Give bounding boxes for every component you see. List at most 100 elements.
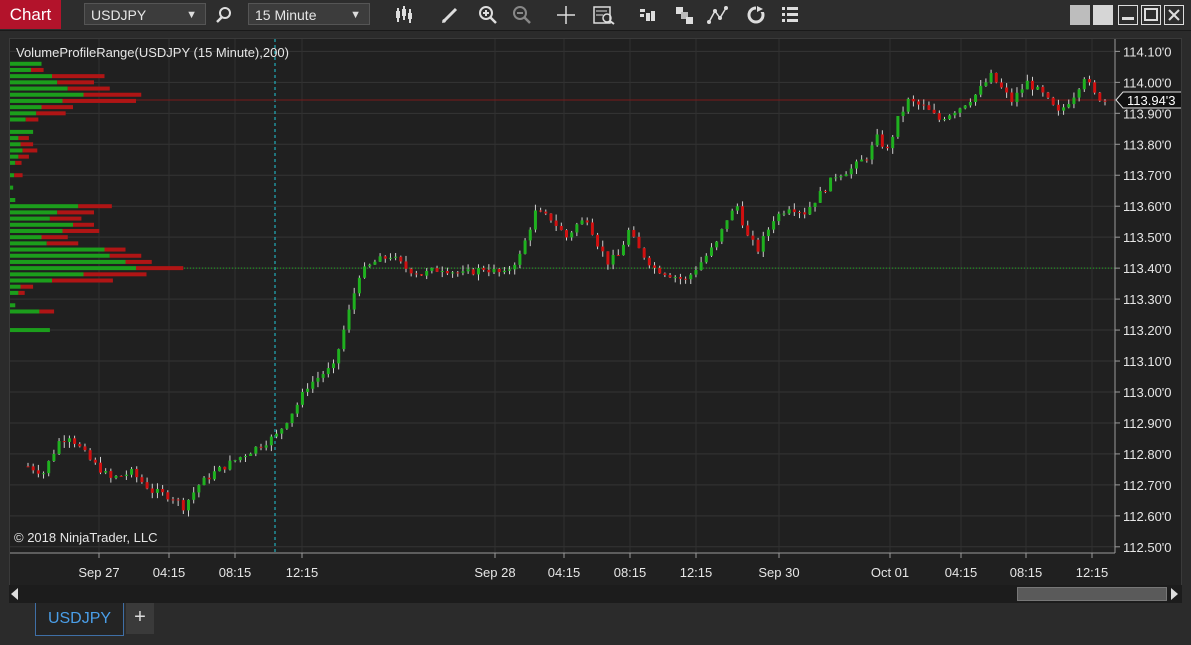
x-tick-label: 08:15 [219, 565, 252, 580]
candle-up [735, 206, 739, 211]
candle-up [777, 213, 781, 222]
candle-up [906, 98, 910, 112]
properties-icon[interactable] [778, 3, 802, 27]
candle-up [280, 428, 284, 434]
candle-down [93, 459, 97, 463]
link-button[interactable] [1070, 5, 1090, 25]
interval-selector[interactable]: 15 Minute ▼ [248, 3, 370, 25]
minimize-button[interactable] [1118, 5, 1138, 25]
volume-profile-up-bar [10, 129, 34, 134]
scroll-thumb[interactable] [1017, 587, 1167, 601]
candle-down [585, 220, 589, 223]
volume-profile-up-bar [10, 105, 42, 110]
zoom-in-icon[interactable] [476, 3, 500, 27]
price-chart[interactable]: 113.94'3 114.10'0114.00'0113.90'0113.80'… [10, 39, 1181, 603]
candle-up [254, 446, 258, 454]
candle-down [792, 209, 796, 213]
data-box-icon[interactable] [592, 3, 616, 27]
y-tick-label: 112.50'0 [1123, 540, 1172, 555]
candle-up [709, 247, 713, 256]
candle-down [445, 271, 449, 274]
candle-down [399, 256, 403, 262]
candle-down [1098, 92, 1102, 101]
volume-profile-up-bar [10, 160, 16, 165]
candle-up [829, 177, 833, 192]
candle-up [891, 136, 895, 149]
candle-down [171, 499, 175, 501]
candle-up [187, 499, 191, 511]
instrument-value: USDJPY [91, 7, 147, 23]
candle-down [746, 225, 750, 236]
y-tick-label: 113.50'0 [1123, 230, 1172, 245]
candle-up [388, 257, 392, 259]
x-tick-label: 12:15 [286, 565, 319, 580]
candle-down [1005, 87, 1009, 93]
candle-up [104, 471, 108, 473]
candle-down [865, 159, 869, 161]
candle-down [383, 256, 387, 259]
order-icon[interactable] [636, 3, 660, 27]
candle-up [337, 349, 341, 364]
candle-up [269, 436, 273, 446]
instrument-selector[interactable]: USDJPY ▼ [84, 3, 206, 25]
candle-up [508, 269, 512, 271]
candle-up [1020, 89, 1024, 93]
horizontal-scrollbar[interactable] [9, 585, 1182, 603]
chart-panel[interactable]: 113.94'3 114.10'0 114.00'0 113.90'0 113.80'… [9, 38, 1182, 604]
volume-profile-up-bar [10, 61, 42, 66]
draw-icon[interactable] [438, 3, 462, 27]
volume-profile-up-bar [10, 235, 42, 240]
candle-down [684, 278, 688, 280]
y-tick-label: 114.10'0 [1123, 44, 1172, 59]
candle-down [1051, 97, 1055, 105]
volume-profile-up-bar [10, 247, 105, 252]
candle-up [725, 220, 729, 229]
crosshair-icon[interactable] [554, 3, 578, 27]
candle-down [456, 272, 460, 274]
candle-down [632, 229, 636, 237]
reload-icon[interactable] [744, 3, 768, 27]
candle-up [47, 460, 51, 474]
candle-up [984, 82, 988, 86]
candle-up [306, 388, 310, 392]
candle-up [492, 268, 496, 273]
y-tick-label: 112.60'0 [1123, 509, 1172, 524]
candle-down [150, 488, 154, 493]
candle-up [1077, 89, 1081, 98]
volume-profile-down-bar [136, 266, 184, 271]
scroll-right-arrow-icon[interactable] [1171, 588, 1178, 600]
candle-down [404, 261, 408, 269]
scroll-left-arrow-icon[interactable] [11, 588, 18, 600]
volume-profile-down-bar [52, 278, 113, 283]
x-tick-label: Sep 27 [78, 565, 119, 580]
volume-profile-down-bar [22, 148, 38, 153]
volume-profile-down-bar [57, 80, 94, 85]
candle-up [347, 309, 351, 330]
candle-up [197, 485, 201, 493]
tab-usdjpy[interactable]: USDJPY [35, 603, 124, 636]
group-button[interactable] [1093, 5, 1113, 25]
bar-type-icon[interactable] [392, 3, 416, 27]
close-button[interactable] [1164, 5, 1184, 25]
candle-up [300, 391, 304, 405]
candle-up [948, 115, 952, 120]
maximize-button[interactable] [1141, 5, 1161, 25]
candle-down [658, 267, 662, 274]
add-tab-button[interactable]: + [126, 603, 154, 634]
candle-up [311, 381, 315, 389]
zoom-out-icon[interactable] [510, 3, 534, 27]
templates-icon[interactable] [672, 3, 696, 27]
candle-up [466, 269, 470, 272]
candle-up [321, 374, 325, 378]
candle-up [285, 423, 289, 429]
candle-up [331, 363, 335, 369]
volume-profile-up-bar [10, 98, 63, 103]
candle-up [192, 492, 196, 500]
candle-down [62, 441, 66, 443]
search-icon[interactable] [212, 3, 236, 27]
y-tick-label: 113.90'0 [1123, 106, 1172, 121]
indicators-icon[interactable] [706, 3, 730, 27]
candle-up [326, 368, 330, 375]
volume-profile-down-bar [125, 259, 152, 264]
candle-down [756, 239, 760, 252]
